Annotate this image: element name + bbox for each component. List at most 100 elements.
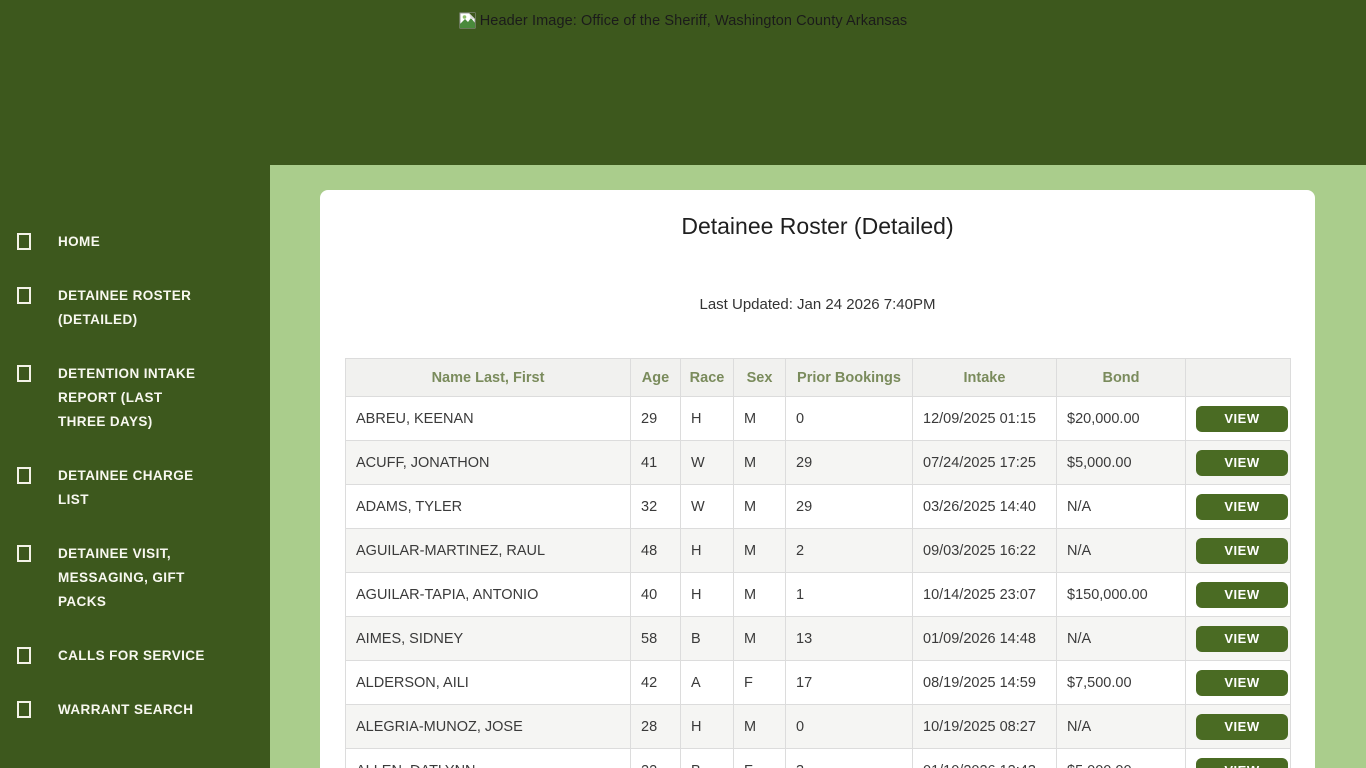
- cell-action: VIEW: [1185, 440, 1291, 485]
- view-button[interactable]: VIEW: [1196, 625, 1288, 652]
- cell-name: ALEGRIA-MUNOZ, JOSE: [345, 704, 631, 749]
- table-row: ABREU, KEENAN 29 H M 0 12/09/2025 01:15 …: [345, 396, 1291, 441]
- cell-action: VIEW: [1185, 528, 1291, 573]
- sidebar-nav-item-label: HOME: [58, 234, 101, 249]
- view-button[interactable]: VIEW: [1196, 405, 1288, 432]
- cell-sex: M: [733, 704, 786, 749]
- sidebar-nav-item-label: WARRANT SEARCH: [58, 702, 194, 717]
- table-column-header: Sex: [733, 358, 786, 397]
- cell-prior-bookings: 3: [785, 748, 913, 768]
- view-button[interactable]: VIEW: [1196, 757, 1288, 768]
- detainee-table-body: ABREU, KEENAN 29 H M 0 12/09/2025 01:15 …: [345, 396, 1291, 768]
- placeholder-square-icon: [17, 287, 31, 304]
- view-button[interactable]: VIEW: [1196, 713, 1288, 740]
- cell-prior-bookings: 0: [785, 396, 913, 441]
- sidebar-nav-item-label: DETAINEE ROSTER (DETAILED): [58, 288, 192, 327]
- cell-age: 42: [630, 660, 681, 705]
- cell-race: B: [680, 616, 734, 661]
- cell-bond: N/A: [1056, 616, 1186, 661]
- cell-action: VIEW: [1185, 484, 1291, 529]
- cell-age: 40: [630, 572, 681, 617]
- sidebar: HOME DETAINEE ROSTER (DETAILED) DETENTIO…: [0, 0, 270, 768]
- table-row: AGUILAR-MARTINEZ, RAUL 48 H M 2 09/03/20…: [345, 528, 1291, 573]
- cell-intake: 07/24/2025 17:25: [912, 440, 1057, 485]
- placeholder-square-icon: [17, 701, 31, 718]
- header-image-alt-text: Header Image: Office of the Sheriff, Was…: [479, 13, 908, 29]
- cell-bond: N/A: [1056, 528, 1186, 573]
- content-card: Detainee Roster (Detailed) Last Updated:…: [320, 190, 1315, 768]
- cell-bond: N/A: [1056, 704, 1186, 749]
- placeholder-square-icon: [17, 647, 31, 664]
- last-updated-text: Last Updated: Jan 24 2026 7:40PM: [699, 296, 936, 313]
- cell-intake: 08/19/2025 14:59: [912, 660, 1057, 705]
- cell-intake: 09/03/2025 16:22: [912, 528, 1057, 573]
- cell-bond: $150,000.00: [1056, 572, 1186, 617]
- cell-age: 29: [630, 396, 681, 441]
- table-column-header: Name Last, First: [345, 358, 631, 397]
- table-row: ALDERSON, AILI 42 A F 17 08/19/2025 14:5…: [345, 660, 1291, 705]
- cell-sex: M: [733, 528, 786, 573]
- cell-intake: 01/10/2026 12:43: [912, 748, 1057, 768]
- view-button[interactable]: VIEW: [1196, 537, 1288, 564]
- sidebar-nav-item[interactable]: DETENTION INTAKE REPORT (LAST THREE DAYS…: [0, 362, 270, 434]
- cell-race: B: [680, 748, 734, 768]
- cell-intake: 12/09/2025 01:15: [912, 396, 1057, 441]
- cell-age: 41: [630, 440, 681, 485]
- detainee-roster-table: Name Last, First Age Race Sex Prior Bookings…: [345, 358, 1291, 768]
- table-column-header: [1185, 358, 1291, 397]
- cell-race: H: [680, 528, 734, 573]
- page-title: Detainee Roster (Detailed): [681, 213, 954, 239]
- cell-race: H: [680, 572, 734, 617]
- cell-sex: F: [733, 748, 786, 768]
- cell-sex: M: [733, 616, 786, 661]
- sidebar-nav-item[interactable]: HOME: [0, 230, 270, 254]
- cell-age: 22: [630, 748, 681, 768]
- placeholder-square-icon: [17, 467, 31, 484]
- sidebar-nav-item[interactable]: WARRANT SEARCH: [0, 698, 270, 722]
- table-row: ALEGRIA-MUNOZ, JOSE 28 H M 0 10/19/2025 …: [345, 704, 1291, 749]
- sidebar-nav-item[interactable]: CALLS FOR SERVICE: [0, 644, 270, 668]
- cell-sex: M: [733, 396, 786, 441]
- sidebar-nav-item[interactable]: DETAINEE CHARGE LIST: [0, 464, 270, 512]
- cell-name: ADAMS, TYLER: [345, 484, 631, 529]
- cell-sex: M: [733, 440, 786, 485]
- table-column-header: Bond: [1056, 358, 1186, 397]
- cell-bond: N/A: [1056, 484, 1186, 529]
- main-content-area: Detainee Roster (Detailed) Last Updated:…: [270, 165, 1366, 768]
- cell-age: 28: [630, 704, 681, 749]
- cell-race: H: [680, 704, 734, 749]
- cell-sex: F: [733, 660, 786, 705]
- cell-prior-bookings: 29: [785, 484, 913, 529]
- cell-intake: 01/09/2026 14:48: [912, 616, 1057, 661]
- view-button[interactable]: VIEW: [1196, 449, 1288, 476]
- cell-race: A: [680, 660, 734, 705]
- sidebar-nav-item[interactable]: DETAINEE VISIT, MESSAGING, GIFT PACKS: [0, 542, 270, 614]
- sidebar-nav-item-label: CALLS FOR SERVICE: [58, 648, 205, 663]
- cell-action: VIEW: [1185, 660, 1291, 705]
- cell-action: VIEW: [1185, 748, 1291, 768]
- cell-age: 32: [630, 484, 681, 529]
- cell-sex: M: [733, 484, 786, 529]
- cell-name: ALLEN, DATLYNN: [345, 748, 631, 768]
- cell-action: VIEW: [1185, 572, 1291, 617]
- cell-name: AIMES, SIDNEY: [345, 616, 631, 661]
- view-button[interactable]: VIEW: [1196, 669, 1288, 696]
- cell-age: 58: [630, 616, 681, 661]
- sidebar-nav-item[interactable]: DETAINEE ROSTER (DETAILED): [0, 284, 270, 332]
- cell-bond: $20,000.00: [1056, 396, 1186, 441]
- cell-race: W: [680, 440, 734, 485]
- cell-name: AGUILAR-MARTINEZ, RAUL: [345, 528, 631, 573]
- view-button[interactable]: VIEW: [1196, 493, 1288, 520]
- sidebar-nav-item-label: DETENTION INTAKE REPORT (LAST THREE DAYS…: [58, 366, 196, 429]
- table-row: AGUILAR-TAPIA, ANTONIO 40 H M 1 10/14/20…: [345, 572, 1291, 617]
- cell-sex: M: [733, 572, 786, 617]
- cell-name: ABREU, KEENAN: [345, 396, 631, 441]
- cell-bond: $5,000.00: [1056, 440, 1186, 485]
- cell-prior-bookings: 0: [785, 704, 913, 749]
- cell-intake: 10/19/2025 08:27: [912, 704, 1057, 749]
- cell-prior-bookings: 2: [785, 528, 913, 573]
- view-button[interactable]: VIEW: [1196, 581, 1288, 608]
- cell-action: VIEW: [1185, 396, 1291, 441]
- cell-bond: $7,500.00: [1056, 660, 1186, 705]
- placeholder-square-icon: [17, 233, 31, 250]
